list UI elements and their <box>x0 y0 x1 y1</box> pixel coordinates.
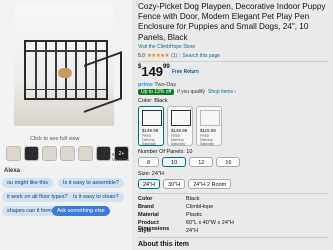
divider <box>138 193 329 194</box>
puppy-figure <box>58 68 72 78</box>
color-label: Color: Black <box>138 98 168 104</box>
size-option-24h-2room[interactable]: 24"H-2 Room <box>188 179 232 189</box>
thumbnail-strip: 2+ <box>6 146 129 161</box>
assistant-panel: Alexa ou might like this Is it easy to a… <box>0 166 132 250</box>
left-column: Click to see full view 2+ 6 VIDEOS Alexa… <box>0 0 132 250</box>
divider <box>138 237 329 238</box>
video-count-label: 6 VIDEOS <box>112 152 130 162</box>
savings-pill: Up to 13% off <box>138 89 175 95</box>
size-option-24h[interactable]: 24"H <box>138 179 161 189</box>
suggestion-chip[interactable]: ou might like this <box>2 178 53 188</box>
star-rating-icon[interactable]: ★★★★★ <box>147 53 170 59</box>
thumbnail-5[interactable] <box>78 146 93 161</box>
store-link[interactable]: Visit the ClimbHope Store <box>138 44 195 50</box>
panels-options: 8 10 12 16 <box>138 157 241 167</box>
suggestion-chip[interactable]: Is it easy to clean? <box>68 192 124 202</box>
color-option-black[interactable]: $149.99 FREE Delivery Saturday <box>138 106 164 146</box>
thumbnail-3[interactable] <box>42 146 57 161</box>
prime-delivery: prime Two-Day <box>138 82 177 88</box>
full-view-label: Click to see full view <box>30 136 80 142</box>
about-heading: About this item <box>138 241 189 248</box>
search-page-link[interactable]: Search this page <box>183 53 221 59</box>
size-label: Size: 24"H <box>138 171 164 177</box>
rating-count[interactable]: (1) <box>171 53 177 59</box>
spec-row: Color Black <box>138 196 200 202</box>
color-swatches: $149.99 FREE Delivery Saturday $149.99 F… <box>138 106 222 146</box>
suggestion-chip[interactable]: Is it easy to assemble? <box>58 178 124 188</box>
thumbnail-2[interactable] <box>24 146 39 161</box>
free-returns-badge[interactable]: Free Return <box>169 68 202 76</box>
size-options: 24"H 30"H 24"H-2 Room <box>138 179 232 189</box>
size-option-30h[interactable]: 30"H <box>163 179 186 189</box>
shop-items-link[interactable]: Shop items › <box>208 89 236 95</box>
thumbnail-1[interactable] <box>6 146 21 161</box>
suggestion-chip[interactable]: it work on all floor types? <box>2 192 73 202</box>
panels-label: Number Of Panels: 10 <box>138 149 193 155</box>
savings-row: Up to 13% off if you qualify Shop items … <box>138 89 236 95</box>
spec-row: Style 24"H <box>138 228 199 234</box>
product-details: Cozy-Picket Dog Playpen, Decorative Indo… <box>132 0 333 250</box>
ask-something-else-button[interactable]: Ask something else <box>52 206 110 216</box>
spec-row: Brand ClimbHope <box>138 204 214 210</box>
color-option-2[interactable]: $149.99 FREE Delivery Saturday <box>167 106 193 146</box>
product-title: Cozy-Picket Dog Playpen, Decorative Indo… <box>138 2 326 42</box>
panels-option-10[interactable]: 10 <box>162 157 187 167</box>
divider <box>138 61 329 62</box>
rating-value: 5.0 <box>138 53 145 59</box>
prime-logo: prime <box>138 82 153 88</box>
panels-option-16[interactable]: 16 <box>216 157 241 167</box>
thumbnail-6[interactable] <box>96 146 111 161</box>
thumbnail-4[interactable] <box>60 146 75 161</box>
spec-row: Material Plastic <box>138 212 203 218</box>
product-main-image[interactable] <box>14 6 122 126</box>
rating-row: 5.0 ★★★★★ (1) | Search this page <box>138 53 221 59</box>
panels-option-12[interactable]: 12 <box>189 157 214 167</box>
panels-option-8[interactable]: 8 <box>138 157 160 167</box>
assistant-title: Alexa <box>4 168 21 174</box>
price: $14999 <box>138 64 170 79</box>
color-option-white[interactable]: $115.99 FREE Delivery Saturday <box>196 106 222 146</box>
